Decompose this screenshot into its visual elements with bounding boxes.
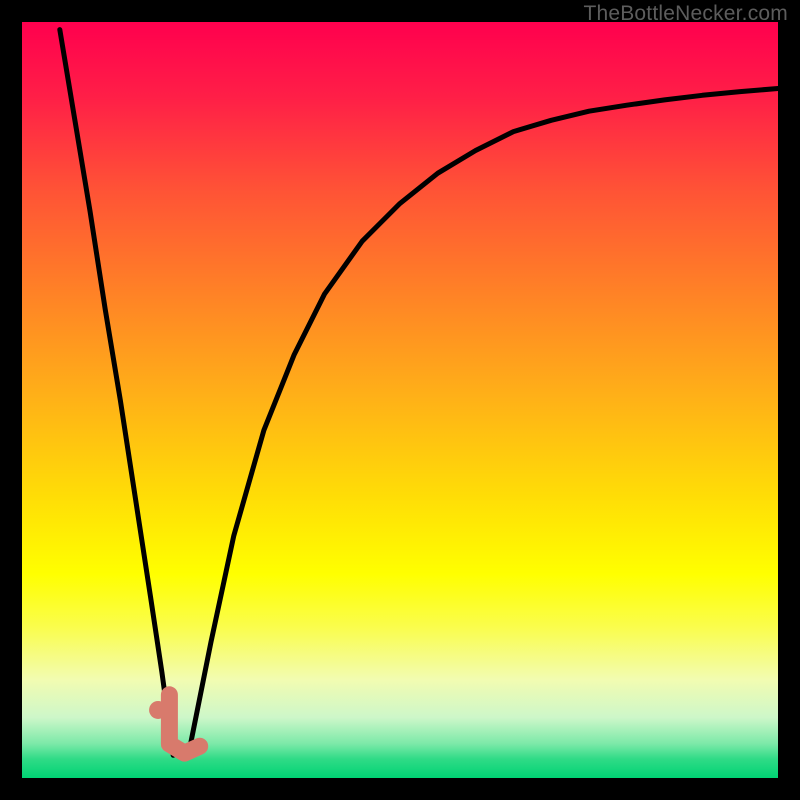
- outer-frame: TheBottleNecker.com: [0, 0, 800, 800]
- curve-left-branch: [60, 30, 173, 756]
- plot-area: [22, 22, 778, 778]
- curve-layer: [22, 22, 778, 778]
- watermark-text: TheBottleNecker.com: [583, 2, 788, 26]
- curve-right-branch: [188, 89, 778, 756]
